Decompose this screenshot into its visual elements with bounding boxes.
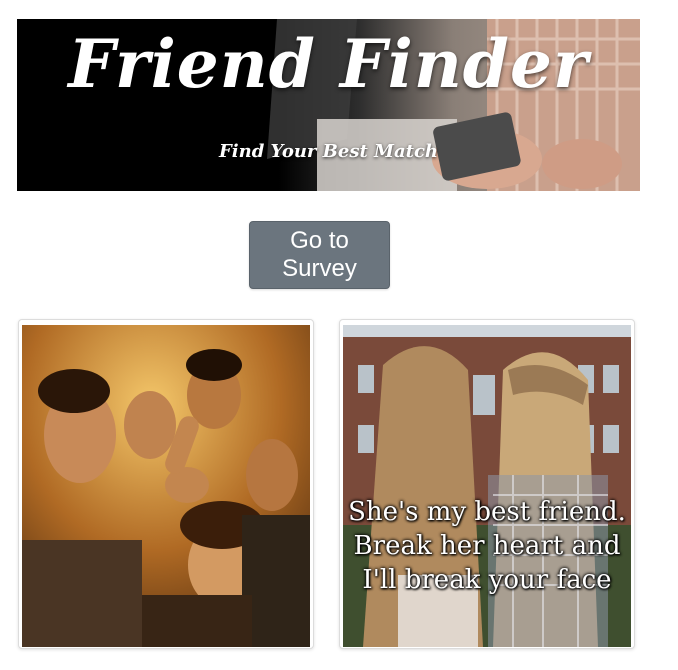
go-to-survey-button[interactable]: Go to Survey [249, 221, 390, 289]
banner-title: Friend Finder [68, 25, 589, 103]
banner-subtitle: Find Your Best Match [218, 141, 438, 162]
banner: Friend Finder Find Your Best Match [17, 19, 640, 191]
friendship-quote: She's my best friend. Break her heart an… [343, 495, 631, 597]
group-selfie-image [22, 325, 310, 647]
quote-line: I'll break your face [362, 565, 612, 595]
photo-card-quote: She's my best friend. Break her heart an… [339, 319, 635, 649]
two-friends-image: She's my best friend. Break her heart an… [343, 325, 631, 647]
quote-line: Break her heart and [353, 531, 621, 561]
photo-card-group [18, 319, 314, 649]
quote-line: She's my best friend. [348, 497, 626, 527]
